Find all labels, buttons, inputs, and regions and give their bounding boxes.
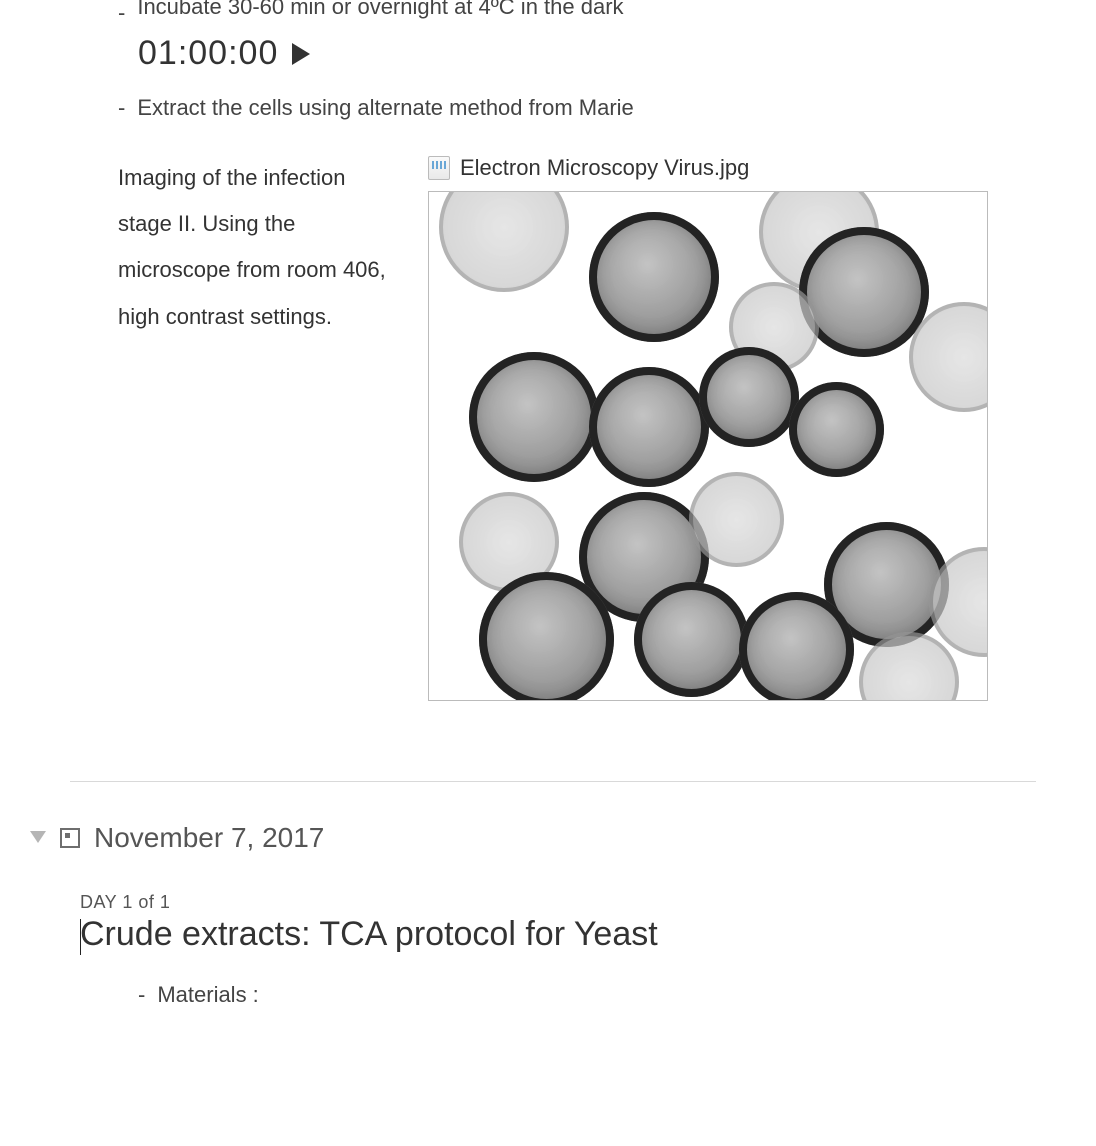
materials-bullet[interactable]: - Materials : <box>138 982 1036 1008</box>
bullet-dash: - <box>138 982 145 1008</box>
step-incubate-text: Incubate 30-60 min or overnight at 4ºC i… <box>137 0 623 20</box>
bullet-dash: - <box>118 0 125 26</box>
protocol-title-text: Crude extracts: TCA protocol for Yeast <box>80 915 658 953</box>
microscopy-image[interactable] <box>428 191 988 701</box>
image-caption[interactable]: Imaging of the infection stage II. Using… <box>118 155 398 701</box>
jpeg-file-icon <box>428 156 450 180</box>
step-extract-line[interactable]: - Extract the cells using alternate meth… <box>118 95 1036 121</box>
attachment-filename: Electron Microscopy Virus.jpg <box>460 155 749 181</box>
play-icon[interactable] <box>292 43 312 65</box>
materials-label: Materials : <box>157 982 258 1008</box>
entry-date[interactable]: November 7, 2017 <box>94 822 324 854</box>
calendar-icon <box>60 828 80 848</box>
disclosure-triangle-icon[interactable] <box>30 831 46 845</box>
day-of-label: DAY 1 of 1 <box>80 892 1036 913</box>
text-cursor <box>80 919 81 955</box>
attachment-header[interactable]: Electron Microscopy Virus.jpg <box>428 155 1036 181</box>
protocol-title[interactable]: Crude extracts: TCA protocol for Yeast <box>80 915 1036 954</box>
step-extract-text: Extract the cells using alternate method… <box>137 95 633 121</box>
timer-row[interactable]: 01:00:00 <box>138 34 1036 73</box>
bullet-dash: - <box>118 95 125 121</box>
step-incubate-line[interactable]: - Incubate 30-60 min or overnight at 4ºC… <box>118 0 1036 26</box>
divider <box>70 781 1036 782</box>
timer-value: 01:00:00 <box>138 34 278 73</box>
